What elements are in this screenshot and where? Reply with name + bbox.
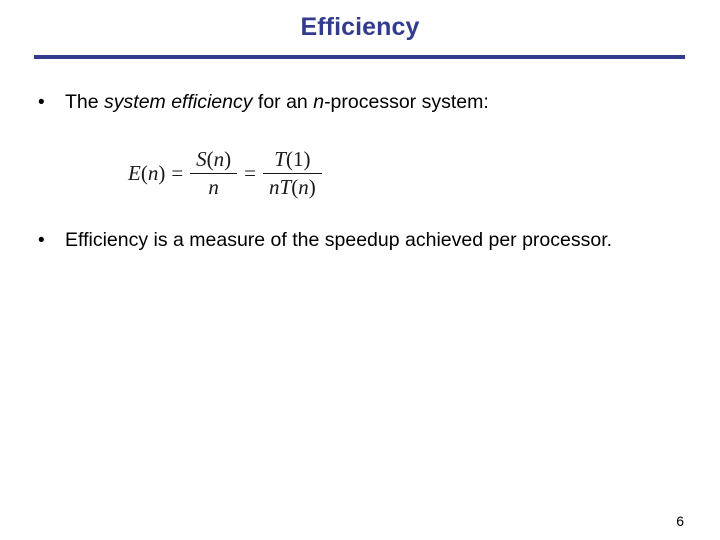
- formula-f1-num-var: S: [196, 146, 207, 171]
- bullet-1-segment-1: The: [65, 91, 105, 113]
- formula-lhs-close-paren: ): [158, 160, 166, 185]
- formula-fraction-2-denominator: nT(n): [263, 174, 322, 200]
- formula-f1-num-arg: n: [213, 146, 225, 171]
- bullet-text-2: Efficiency is a measure of the speedup a…: [65, 229, 613, 251]
- formula-fraction-1: S(n) n: [190, 147, 238, 200]
- formula-equals-2: =: [244, 160, 257, 185]
- formula-f2-num-arg: 1: [292, 146, 304, 171]
- page-number: 6: [676, 513, 684, 529]
- bullet-1-segment-5: -processor system:: [324, 91, 489, 113]
- formula-expression: E(n) = S(n) n = T(1) nT(n): [128, 142, 323, 204]
- bullet-1-segment-2-italic: system efficiency: [104, 91, 253, 113]
- bullet-item-1: • The system efficiency for an n-process…: [0, 88, 720, 117]
- formula-lhs-var: E: [128, 160, 141, 185]
- page-title: Efficiency: [300, 13, 420, 41]
- formula-f2-num-close-paren: ): [303, 146, 311, 171]
- formula-f2-den-coef: n: [269, 174, 280, 199]
- bullet-text-1: The system efficiency for an n-processor…: [65, 88, 720, 117]
- formula-f2-den-var: T: [279, 174, 292, 199]
- bullet-marker-icon: •: [38, 230, 45, 251]
- formula-f2-den-arg: n: [298, 174, 309, 199]
- formula-fraction-1-denominator: n: [202, 174, 225, 200]
- formula-f1-den-var: n: [208, 174, 219, 199]
- formula-f1-num-close-paren: ): [224, 146, 232, 171]
- title-underline-rule: [34, 55, 685, 59]
- formula-fraction-1-numerator: S(n): [190, 147, 237, 173]
- bullet-item-2: • Efficiency is a measure of the speedup…: [0, 226, 720, 255]
- formula-fraction-2: T(1) nT(n): [263, 147, 322, 200]
- efficiency-formula: E(n) = S(n) n = T(1) nT(n): [128, 142, 323, 204]
- formula-lhs-open-paren: (: [140, 160, 148, 185]
- formula-f2-den-close-paren: ): [308, 174, 316, 199]
- bullet-1-segment-4-italic: n: [313, 91, 325, 113]
- formula-fraction-2-numerator: T(1): [268, 147, 316, 173]
- slide-canvas: Efficiency • The system efficiency for a…: [0, 0, 720, 540]
- formula-lhs: E(n): [128, 161, 165, 186]
- bullet-marker-icon: •: [38, 92, 45, 113]
- formula-equals-1: =: [171, 160, 184, 185]
- formula-lhs-arg: n: [147, 160, 159, 185]
- bullet-1-segment-3: for an: [252, 91, 314, 113]
- formula-f1-num-open-paren: (: [206, 146, 214, 171]
- formula-f2-num-open-paren: (: [285, 146, 293, 171]
- formula-f2-num-var: T: [274, 146, 286, 171]
